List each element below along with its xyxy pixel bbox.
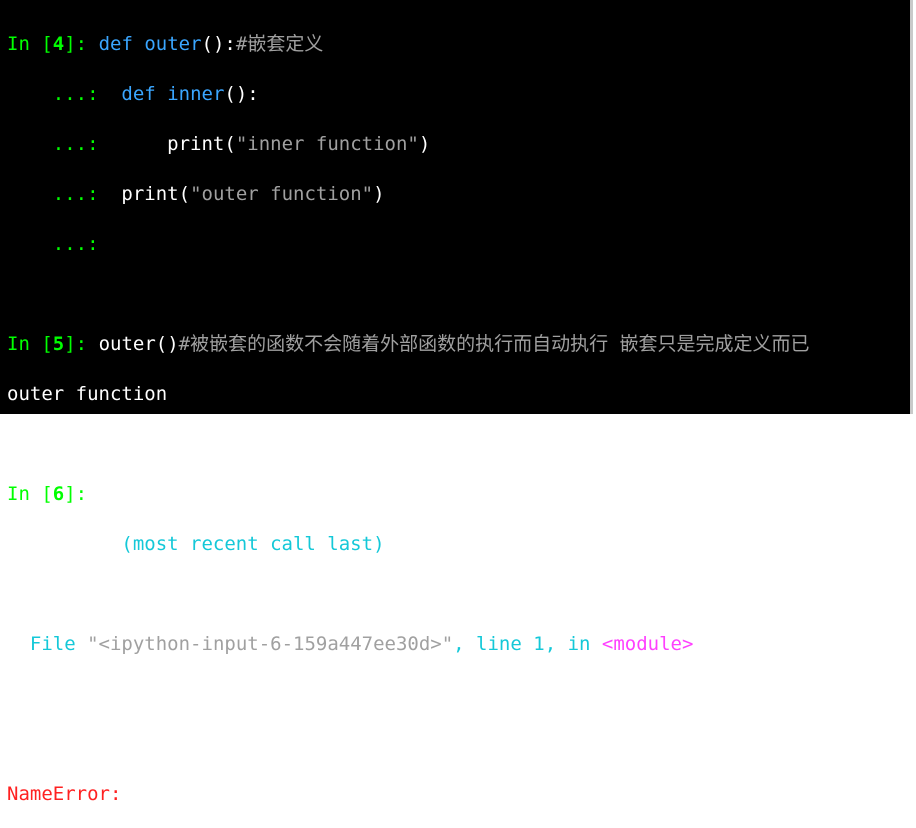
prompt: In [ (7, 483, 53, 505)
prompt: In [ (7, 333, 53, 355)
in6-line1: In [6]: inner() (7, 482, 910, 507)
frame-code: inner() (52, 683, 133, 705)
error-colon: : (109, 783, 122, 805)
traceback-code-line: inner() (7, 682, 910, 707)
code-text: (): (224, 83, 259, 105)
code-text: ) (373, 183, 385, 205)
file-keyword: File (29, 633, 76, 655)
prompt: In [ (7, 33, 53, 55)
continuation-prompt: ...: (52, 83, 99, 105)
in4-line3: ...: print("inner function") (7, 132, 910, 157)
code-text: ) (418, 133, 431, 155)
code-text: print( (121, 183, 191, 205)
continuation-prompt: ...: (52, 233, 99, 255)
line-label: , line (453, 633, 522, 655)
ipython-console: In [4]: def outer():#嵌套定义 ...: def inner… (0, 0, 913, 805)
file-name: "<ipython-input-6-159a447ee30d>" (87, 633, 454, 655)
code-text: inner() (98, 483, 179, 505)
traceback-detail: (most recent call last) (121, 533, 385, 555)
in4-line1: In [4]: def outer():#嵌套定义 (7, 32, 910, 57)
prompt-close: ]: (64, 483, 88, 505)
in5-output: outer function (7, 382, 910, 407)
traceback-file-line: File "<ipython-input-6-159a447ee30d>", l… (7, 632, 910, 657)
in4-line2: ...: def inner(): (7, 82, 910, 107)
error-type: NameError (7, 783, 110, 805)
string-literal: "inner function" (235, 133, 419, 155)
code-text: (): (201, 33, 236, 55)
code-comment: #嵌套定义 (235, 33, 324, 55)
code-comment: #被嵌套的函数不会随着外部函数的执行而自动执行 嵌套只是完成定义而已 (178, 333, 810, 355)
keyword-def: def (98, 33, 133, 55)
traceback-header: Traceback (most recent call last): (7, 532, 910, 557)
in-label: , in (544, 633, 591, 655)
module-name: <module> (601, 633, 694, 655)
prompt-number: 5 (52, 333, 65, 355)
traceback-colon: : (384, 533, 396, 555)
code-text: outer() (98, 333, 179, 355)
prompt-close: ]: (64, 333, 88, 355)
in5-line1: In [5]: outer()#被嵌套的函数不会随着外部函数的执行而自动执行 嵌… (7, 332, 910, 357)
string-literal: "outer function" (190, 183, 374, 205)
output-text: outer function (7, 383, 168, 405)
function-name: outer (144, 33, 202, 55)
in4-line4: ...: print("outer function") (7, 182, 910, 207)
prompt-number: 4 (52, 33, 65, 55)
error-line: NameError: name 'inner' is not defined (7, 782, 910, 807)
error-message: name 'inner' is not defined (132, 783, 442, 805)
prompt-close: ]: (64, 33, 88, 55)
prompt-number: 6 (52, 483, 65, 505)
keyword-def: def (121, 83, 156, 105)
continuation-prompt: ...: (52, 133, 99, 155)
function-name: inner (167, 83, 225, 105)
continuation-prompt: ...: (52, 183, 99, 205)
code-text: print( (167, 133, 236, 155)
line-number: 1 (533, 633, 545, 655)
traceback-label: Traceback (7, 533, 110, 555)
in4-line5: ...: (7, 232, 910, 257)
